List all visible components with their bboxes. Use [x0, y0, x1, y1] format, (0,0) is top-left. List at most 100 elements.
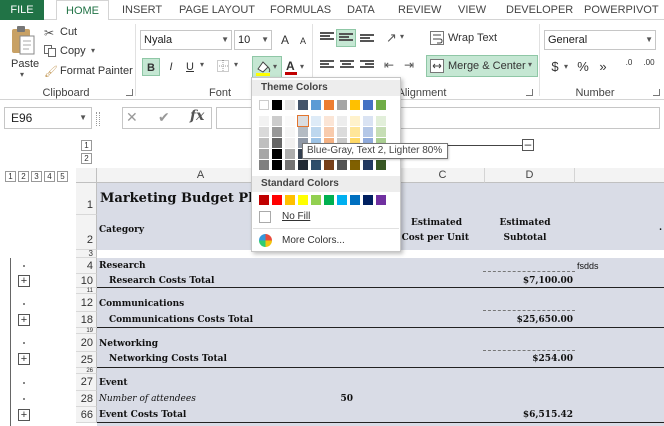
merge-center-dropdown-icon[interactable]: ▾ [528, 60, 532, 69]
underline-button[interactable]: U [181, 58, 199, 76]
theme-color-shade-swatch[interactable] [272, 116, 282, 126]
underline-dropdown-icon[interactable]: ▾ [200, 60, 204, 69]
orientation-icon[interactable]: ↗ [386, 30, 397, 46]
row-header[interactable]: 20 [76, 334, 97, 352]
theme-color-shade-swatch[interactable] [285, 127, 295, 137]
standard-color-swatch[interactable] [259, 195, 269, 205]
theme-color-shade-swatch[interactable] [285, 149, 295, 159]
collapse-columns-button[interactable]: – [522, 138, 534, 151]
format-painter-icon[interactable]: 🖌 [44, 65, 58, 78]
row-outline-level-1[interactable]: 1 [5, 171, 16, 182]
select-all-corner[interactable] [76, 168, 97, 183]
communications-label[interactable]: Communications [99, 299, 184, 309]
theme-color-swatch[interactable] [337, 100, 347, 110]
theme-color-swatch[interactable] [311, 100, 321, 110]
theme-color-shade-swatch[interactable] [311, 127, 321, 137]
row-outline-level-2[interactable]: 2 [18, 171, 29, 182]
clipboard-launcher-icon[interactable] [126, 89, 133, 96]
col-outline-level-2[interactable]: 2 [81, 153, 92, 164]
theme-color-shade-swatch[interactable] [298, 160, 308, 170]
research-total-value[interactable]: $7,100.00 [497, 276, 573, 286]
decrease-decimal-button[interactable]: .00 [640, 58, 658, 76]
paste-button[interactable]: Paste [11, 58, 39, 70]
theme-color-shade-swatch[interactable] [311, 116, 321, 126]
theme-color-swatch[interactable] [324, 100, 334, 110]
insert-function-button[interactable]: fx [190, 108, 204, 124]
increase-decimal-button[interactable]: .0 [620, 58, 638, 76]
standard-color-swatch[interactable] [272, 195, 282, 205]
italic-button[interactable]: I [162, 58, 180, 76]
bold-button[interactable]: B [142, 58, 160, 76]
theme-color-shade-swatch[interactable] [363, 127, 373, 137]
event-total-value[interactable]: $6,515.42 [497, 410, 573, 420]
row-header[interactable]: 3 [76, 250, 97, 258]
standard-color-swatch[interactable] [298, 195, 308, 205]
theme-color-swatch[interactable] [350, 100, 360, 110]
column-header-d[interactable]: D [485, 168, 575, 183]
networking-total-value[interactable]: $254.00 [497, 354, 573, 364]
number-format-combo[interactable]: General ▼ [544, 30, 656, 50]
theme-color-shade-swatch[interactable] [324, 116, 334, 126]
row-outline-level-3[interactable]: 3 [31, 171, 42, 182]
theme-color-shade-swatch[interactable] [259, 127, 269, 137]
theme-color-shade-swatch[interactable] [285, 116, 295, 126]
wrap-text-icon[interactable] [430, 31, 444, 45]
formula-bar-grip[interactable] [96, 112, 100, 126]
standard-color-swatch[interactable] [350, 195, 360, 205]
align-right-icon[interactable] [360, 60, 374, 72]
theme-color-shade-swatch[interactable] [363, 160, 373, 170]
scissors-icon[interactable]: ✂ [44, 26, 58, 40]
est-subtotal-header-line2[interactable]: Subtotal [495, 233, 555, 243]
tab-review[interactable]: REVIEW [398, 0, 441, 20]
tab-home[interactable]: HOME [56, 0, 109, 21]
category-header[interactable]: Category [99, 225, 144, 235]
theme-color-shade-swatch[interactable] [311, 160, 321, 170]
theme-color-shade-swatch[interactable] [259, 149, 269, 159]
alignment-launcher-icon[interactable] [526, 89, 533, 96]
theme-color-shade-swatch[interactable] [272, 138, 282, 148]
theme-color-shade-swatch[interactable] [350, 116, 360, 126]
middle-align-button[interactable] [336, 29, 356, 47]
networking-total-label[interactable]: Networking Costs Total [109, 354, 227, 364]
tab-insert[interactable]: INSERT [122, 0, 162, 20]
row-header[interactable]: 1 [76, 183, 97, 215]
sheet-title[interactable]: Marketing Budget Pla [100, 191, 262, 206]
wrap-text-button[interactable]: Wrap Text [448, 32, 497, 44]
event-total-label[interactable]: Event Costs Total [99, 410, 186, 420]
theme-color-shade-swatch[interactable] [324, 160, 334, 170]
theme-color-swatch[interactable] [298, 100, 308, 110]
tab-data[interactable]: DATA [347, 0, 375, 20]
format-painter-button[interactable]: Format Painter [60, 65, 133, 77]
theme-color-shade-swatch[interactable] [337, 127, 347, 137]
grow-font-button[interactable]: A [276, 31, 294, 49]
cancel-button[interactable]: ✕ [126, 109, 138, 126]
theme-color-shade-swatch[interactable] [272, 149, 282, 159]
percent-button[interactable]: % [574, 58, 592, 76]
theme-color-swatch[interactable] [376, 100, 386, 110]
align-left-icon[interactable] [320, 60, 334, 72]
expand-networking-button[interactable]: + [18, 353, 30, 365]
expand-communications-button[interactable]: + [18, 314, 30, 326]
row-header[interactable]: 12 [76, 294, 97, 312]
tab-powerpivot[interactable]: POWERPIVOT [584, 0, 659, 20]
row-header[interactable]: 25 [76, 352, 97, 368]
theme-color-swatch[interactable] [285, 100, 295, 110]
row-header[interactable]: 4 [76, 258, 97, 274]
expand-event-button[interactable]: + [18, 409, 30, 421]
bottom-align-icon[interactable] [360, 34, 374, 46]
row-header[interactable]: 10 [76, 274, 97, 288]
theme-color-shade-swatch[interactable] [376, 160, 386, 170]
theme-color-swatch[interactable] [272, 100, 282, 110]
row-header[interactable]: 27 [76, 374, 97, 391]
theme-color-shade-swatch[interactable] [297, 115, 309, 127]
column-header-e[interactable] [575, 168, 664, 183]
currency-button[interactable]: $ [546, 58, 564, 76]
theme-color-shade-swatch[interactable] [259, 160, 269, 170]
tab-formulas[interactable]: FORMULAS [270, 0, 331, 20]
event-label[interactable]: Event [99, 378, 128, 388]
standard-color-swatch[interactable] [363, 195, 373, 205]
research-label[interactable]: Research [99, 261, 146, 271]
theme-color-shade-swatch[interactable] [363, 116, 373, 126]
theme-color-shade-swatch[interactable] [272, 160, 282, 170]
col-outline-level-1[interactable]: 1 [81, 140, 92, 151]
